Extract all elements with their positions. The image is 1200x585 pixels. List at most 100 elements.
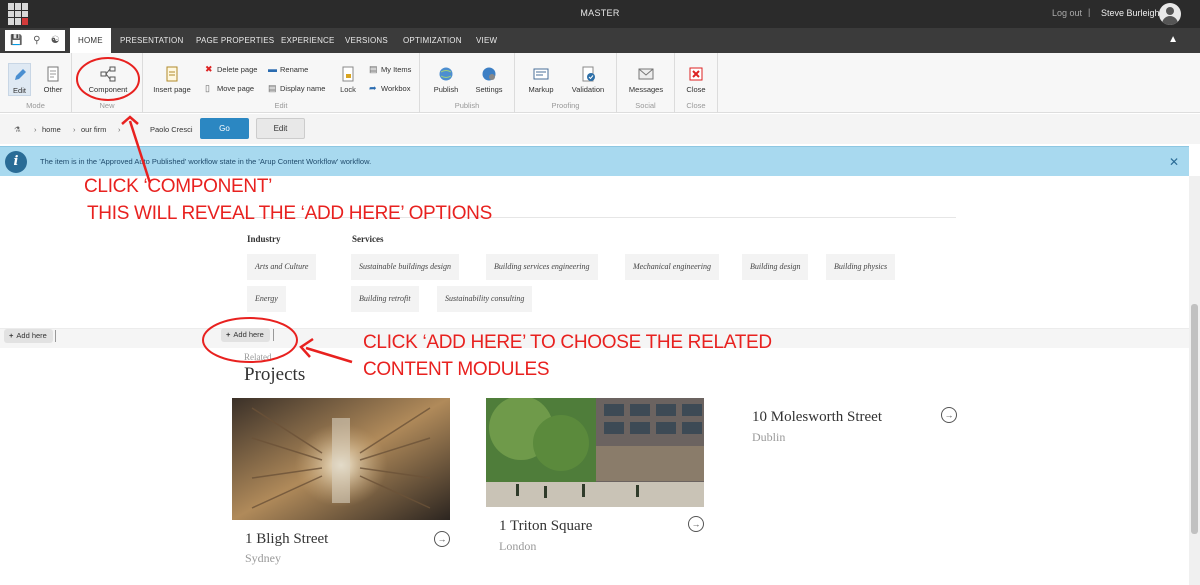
group-edit: Insert page ✖ Delete page ▯ Move page ▬ Ren… — [143, 53, 420, 113]
arrow-right-icon[interactable]: → — [688, 516, 704, 532]
project-name[interactable]: 10 Molesworth Street — [752, 409, 882, 426]
chevron-right-icon: › — [34, 125, 37, 134]
tag-chip[interactable]: Building retrofit — [351, 286, 419, 312]
logout-link[interactable]: Log out — [1052, 8, 1082, 18]
tag-chip[interactable]: Energy — [247, 286, 286, 312]
close-icon — [688, 66, 704, 82]
project-card[interactable]: 1 Triton Square London → — [486, 398, 706, 558]
annotation-click-add-here: CLICK ‘ADD HERE’ TO CHOOSE THE RELATED — [363, 332, 772, 353]
project-card[interactable]: 10 Molesworth Street Dublin → — [752, 405, 962, 445]
user-name[interactable]: Steve Burleigh — [1101, 8, 1160, 18]
top-bar: MASTER Log out | Steve Burleigh — [0, 0, 1200, 28]
services-heading: Services — [352, 234, 384, 244]
insert-page-button[interactable]: Insert page — [149, 66, 195, 94]
group-close: Close Close — [675, 53, 718, 113]
search-icon[interactable]: ⚲ — [33, 35, 40, 46]
other-mode-button[interactable]: Other — [40, 66, 66, 94]
tag-chip[interactable]: Sustainable buildings design — [351, 254, 459, 280]
separator: | — [1088, 7, 1091, 17]
project-city: London — [499, 539, 537, 553]
project-image[interactable] — [232, 398, 450, 520]
tag-chip[interactable]: Building physics — [826, 254, 896, 280]
lock-button[interactable]: Lock — [336, 66, 360, 94]
component-icon — [100, 66, 116, 82]
placeholder-divider — [55, 330, 56, 342]
annotation-arrow — [305, 346, 353, 364]
industry-heading: Industry — [247, 234, 281, 244]
annotation-click-component: CLICK ‘COMPONENT’ — [84, 176, 273, 197]
rename-icon: ▬ — [268, 64, 277, 74]
scrollbar[interactable] — [1189, 176, 1200, 585]
group-label-close: Close — [686, 101, 706, 110]
my-items-icon: ▤ — [369, 64, 378, 74]
tree-icon[interactable]: ⚗ — [14, 125, 21, 134]
validation-button[interactable]: Validation — [568, 66, 608, 94]
edit-button[interactable]: Edit — [256, 118, 305, 139]
component-button[interactable]: Component — [86, 66, 130, 94]
tag-chip[interactable]: Mechanical engineering — [625, 254, 719, 280]
app-title: MASTER — [580, 8, 620, 18]
rename-button[interactable]: ▬ Rename — [268, 64, 308, 74]
markup-icon — [533, 66, 549, 82]
markup-button[interactable]: Markup — [524, 66, 558, 94]
close-button[interactable]: Close — [682, 66, 710, 94]
add-here-button[interactable]: + Add here — [4, 329, 53, 343]
annotation-related-modules: CONTENT MODULES — [363, 359, 550, 380]
arrow-right-icon[interactable]: → — [941, 407, 957, 423]
save-icon[interactable]: 💾 — [10, 35, 22, 46]
edit-mode-button[interactable]: Edit — [8, 63, 31, 96]
group-label-proofing: Proofing — [551, 101, 580, 110]
go-button[interactable]: Go — [200, 118, 249, 139]
workbox-button[interactable]: ➦ Workbox — [369, 83, 410, 94]
group-mode: Edit Other Mode — [0, 53, 72, 113]
breadcrumb-our-firm[interactable]: our firm — [81, 125, 106, 134]
project-city: Dublin — [752, 430, 786, 444]
add-here-button[interactable]: + Add here — [221, 328, 270, 342]
group-label-publish: Publish — [454, 101, 480, 110]
workbox-icon: ➦ — [369, 83, 377, 93]
tab-home[interactable]: HOME — [70, 28, 111, 53]
tab-view[interactable]: VIEW — [476, 28, 497, 53]
notification-message: The item is in the 'Approved Auto Publis… — [40, 157, 372, 166]
lock-icon — [340, 66, 356, 82]
tag-chip[interactable]: Arts and Culture — [247, 254, 317, 280]
move-page-button[interactable]: ▯ Move page — [205, 83, 254, 94]
tag-chip[interactable]: Sustainability consulting — [437, 286, 533, 312]
publish-button[interactable]: Publish — [430, 66, 462, 94]
breadcrumb-current[interactable]: Paolo Cresci — [150, 125, 193, 134]
plus-icon: + — [9, 331, 14, 340]
ribbon: Edit Other Mode Component New Insert pag… — [0, 53, 1200, 113]
project-image[interactable] — [486, 398, 704, 507]
breadcrumb-home[interactable]: home — [42, 125, 61, 134]
my-items-button[interactable]: ▤ My Items — [369, 64, 411, 75]
group-label-social: Social — [635, 101, 656, 110]
display-name-button[interactable]: ▤ Display name — [268, 83, 325, 94]
delete-page-button[interactable]: ✖ Delete page — [205, 64, 257, 75]
tag-chip[interactable]: Building services engineering — [486, 254, 598, 280]
display-name-icon: ▤ — [268, 83, 277, 93]
tab-presentation[interactable]: PRESENTATION — [120, 28, 183, 53]
group-proofing: Markup Validation Proofing — [515, 53, 617, 113]
info-icon: i — [5, 151, 27, 173]
dismiss-notification-icon[interactable]: ✕ — [1169, 155, 1179, 169]
arrow-right-icon[interactable]: → — [434, 531, 450, 547]
collapse-ribbon-icon[interactable]: ▲ — [1168, 34, 1178, 45]
navigate-icon[interactable]: ☯ — [51, 35, 60, 46]
project-name[interactable]: 1 Triton Square — [499, 518, 592, 535]
group-label-edit: Edit — [274, 101, 288, 110]
tab-optimization[interactable]: OPTIMIZATION — [403, 28, 462, 53]
related-projects-heading: Projects — [244, 364, 306, 385]
tab-versions[interactable]: VERSIONS — [345, 28, 388, 53]
project-name[interactable]: 1 Bligh Street — [245, 531, 328, 548]
avatar[interactable] — [1159, 3, 1181, 25]
messages-button[interactable]: Messages — [626, 66, 666, 94]
scrollbar-thumb[interactable] — [1191, 304, 1198, 534]
project-card[interactable]: 1 Bligh Street Sydney → — [232, 398, 452, 568]
publish-settings-button[interactable]: Settings — [472, 66, 506, 94]
tab-experience[interactable]: EXPERIENCE — [281, 28, 335, 53]
tab-page-properties[interactable]: PAGE PROPERTIES — [196, 28, 274, 53]
group-publish: Publish Settings Publish — [420, 53, 515, 113]
tag-chip[interactable]: Building design — [742, 254, 809, 280]
related-kicker: Related — [244, 352, 272, 362]
pencil-icon — [12, 67, 28, 83]
